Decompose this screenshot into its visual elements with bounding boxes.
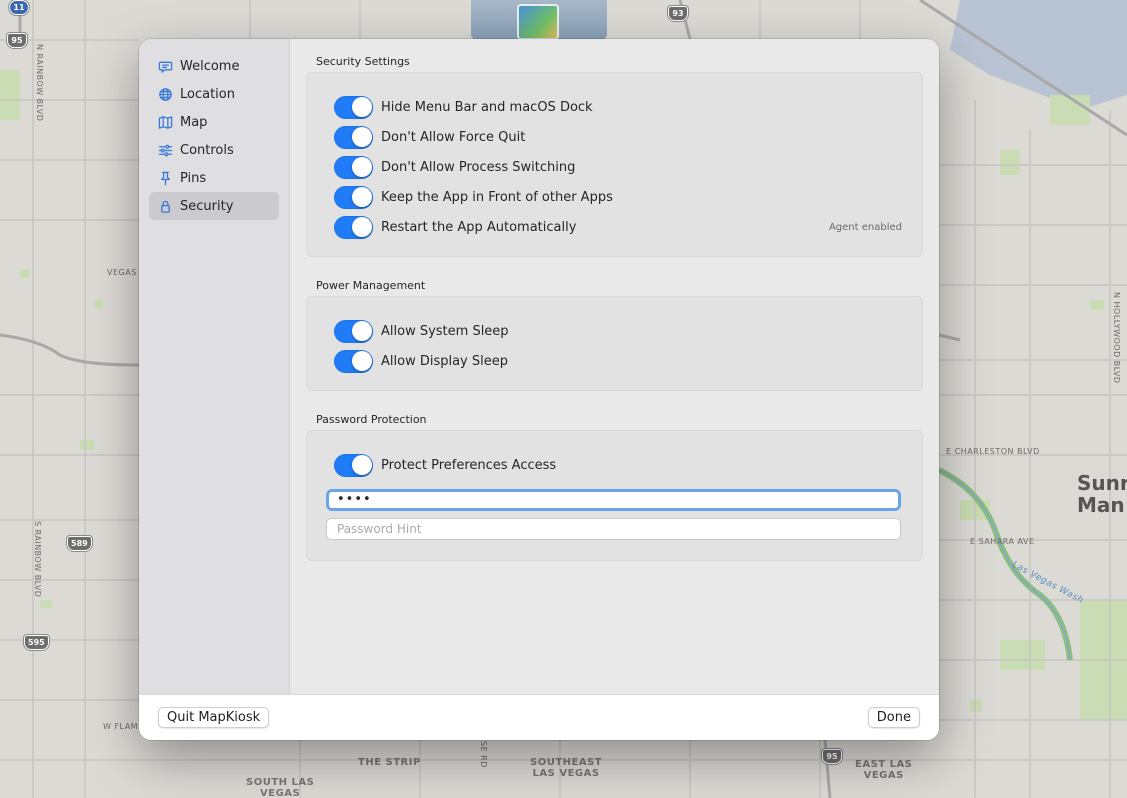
protect-preferences-toggle[interactable] [334,453,373,477]
toggle-row-display-sleep: Allow Display Sleep [334,346,902,376]
map-label-n-rainbow: N RAINBOW BLVD [35,44,44,122]
toggle-label: Don't Allow Force Quit [381,129,526,145]
toggle-label: Allow System Sleep [381,323,509,339]
toggle-row-process-switching: Don't Allow Process Switching [334,152,902,182]
toggle-knob [351,321,372,341]
toggle-knob [351,455,372,475]
toggle-label: Keep the App in Front of other Apps [381,189,613,205]
map-label-se-rd: SE RD [479,741,488,768]
lock-icon [158,199,173,214]
sidebar-item-label: Map [180,114,208,130]
map-label-e-charleston: E CHARLESTON BLVD [946,447,1040,456]
power-management-group: Allow System Sleep Allow Display Sleep [306,296,923,391]
password-field[interactable]: •••• [326,489,901,511]
toggle-label: Hide Menu Bar and macOS Dock [381,99,593,115]
sliders-icon [158,143,173,158]
toggle-row-force-quit: Don't Allow Force Quit [334,122,902,152]
force-quit-toggle[interactable] [334,125,373,149]
toggle-label: Restart the App Automatically [381,219,577,235]
sidebar-item-label: Security [180,198,234,214]
sidebar-item-pins[interactable]: Pins [149,164,279,192]
agent-status-note: Agent enabled [828,221,902,233]
password-protection-group: Protect Preferences Access •••• [306,430,923,561]
shield-sr595: 595 [24,635,49,650]
quit-mapkiosk-button[interactable]: Quit MapKiosk [158,707,270,728]
chat-bubble-icon [158,59,173,74]
sidebar-item-label: Pins [180,170,207,186]
toggle-row-system-sleep: Allow System Sleep [334,316,902,346]
sidebar: Welcome Location Map Controls Pins Secur… [139,39,290,694]
toggle-row-protect-preferences: Protect Preferences Access [334,450,902,480]
toggle-knob [351,127,372,147]
sidebar-item-security[interactable]: Security [149,192,279,220]
toggle-row-hide-menu-bar: Hide Menu Bar and macOS Dock [334,92,902,122]
map-label-east-las-vegas: EAST LAS VEGAS [855,759,913,781]
preferences-dialog: Welcome Location Map Controls Pins Secur… [139,39,939,740]
display-sleep-toggle[interactable] [334,349,373,373]
section-title-power: Power Management [316,279,426,292]
map-label-n-hollywood: N HOLLYWOOD BLVD [1112,292,1121,384]
globe-icon [158,87,173,102]
map-label-w-flam: W FLAM [103,722,139,731]
sidebar-item-map[interactable]: Map [149,108,279,136]
toggle-knob [351,157,372,177]
done-button[interactable]: Done [867,707,920,728]
shield-i11: 11 [9,0,29,15]
map-label-s-rainbow: S RAINBOW BLVD [33,521,42,598]
map-label-vegas: VEGAS [107,268,137,277]
sidebar-item-label: Location [180,86,235,102]
sidebar-item-label: Welcome [180,58,240,74]
process-switching-toggle[interactable] [334,155,373,179]
map-app-glyph [517,4,559,40]
toggle-knob [351,351,372,371]
toggle-knob [351,97,372,117]
app-icon [471,0,607,40]
map-icon [158,115,173,130]
sidebar-item-location[interactable]: Location [149,80,279,108]
section-title-password: Password Protection [316,413,427,426]
toggle-knob [351,217,372,237]
shield-sr589: 589 [67,536,92,551]
security-settings-group: Hide Menu Bar and macOS Dock Don't Allow… [306,72,923,257]
sidebar-item-label: Controls [180,142,234,158]
section-title-security: Security Settings [316,55,410,68]
map-label-e-sahara: E SAHARA AVE [970,537,1035,546]
shield-us95: 95 [7,33,27,48]
pin-icon [158,171,173,186]
system-sleep-toggle[interactable] [334,319,373,343]
toggle-label: Protect Preferences Access [381,457,557,473]
map-label-south-las-vegas: SOUTH LAS VEGAS [246,777,315,798]
sidebar-item-welcome[interactable]: Welcome [149,52,279,80]
keep-in-front-toggle[interactable] [334,185,373,209]
map-label-sunrise-manor: Sunr Man [1077,471,1127,517]
toggle-knob [351,187,372,207]
shield-us95-south: 95 [822,749,842,764]
toggle-label: Don't Allow Process Switching [381,159,576,175]
hide-menu-bar-toggle[interactable] [334,95,373,119]
toggle-label: Allow Display Sleep [381,353,508,369]
map-label-southeast-las-vegas: SOUTHEAST LAS VEGAS [530,757,603,779]
security-pane: Security Settings Hide Menu Bar and macO… [290,39,939,694]
sidebar-item-controls[interactable]: Controls [149,136,279,164]
toggle-row-restart-automatically: Restart the App Automatically Agent enab… [334,212,902,242]
dialog-footer: Quit MapKiosk Done [139,694,939,740]
shield-us93: 93 [668,6,688,21]
toggle-row-keep-in-front: Keep the App in Front of other Apps [334,182,902,212]
map-label-the-strip: THE STRIP [358,757,421,768]
password-hint-input[interactable] [326,518,901,540]
restart-automatically-toggle[interactable] [334,215,373,239]
